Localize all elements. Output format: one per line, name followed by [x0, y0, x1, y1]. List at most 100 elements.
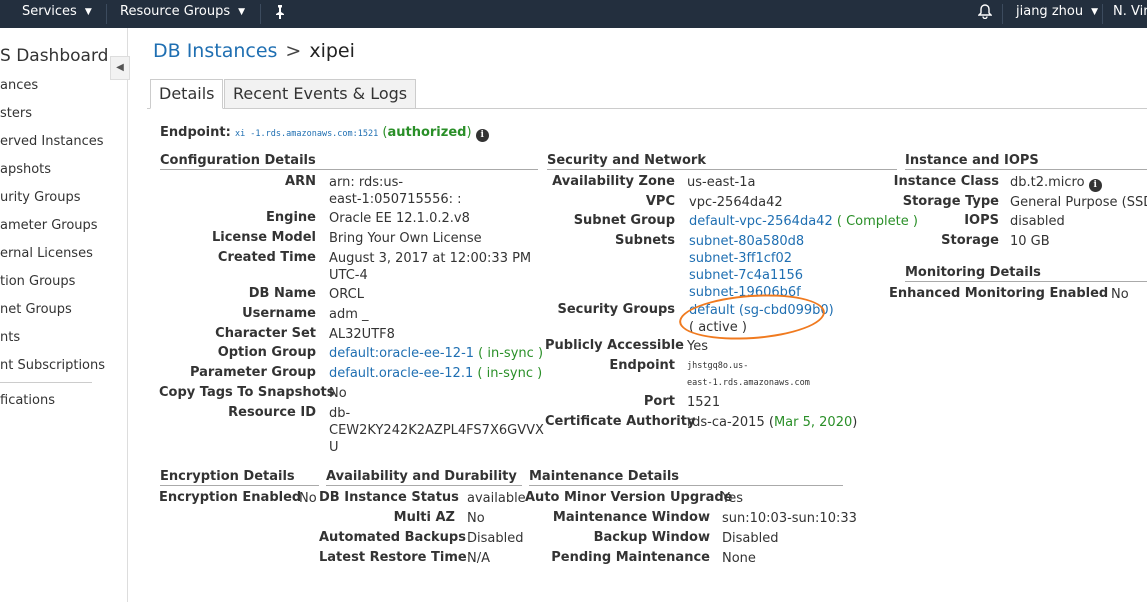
parameter-group-link[interactable]: default.oracle-ee-12.1 — [329, 366, 473, 381]
paren: ( — [836, 214, 842, 229]
sidebar: S Dashboard ances sters erved Instances … — [0, 28, 128, 602]
db-status-label: DB Instance Status — [319, 490, 459, 505]
tab-recent-events-logs[interactable]: Recent Events & Logs — [224, 79, 417, 109]
sidebar-item-events[interactable]: nts — [0, 330, 20, 345]
sidebar-item-event-subscriptions[interactable]: nt Subscriptions — [0, 358, 105, 373]
endpoint-field-value[interactable]: jhstgq8o.us-east-1.rds.amazonaws.com — [687, 358, 810, 392]
dbname-value: ORCL — [329, 287, 364, 302]
parameter-group-value: default.oracle-ee-12.1 ( in-sync ) — [329, 365, 542, 382]
info-icon[interactable]: i — [1088, 179, 1102, 192]
sidebar-item-instances[interactable]: ances — [0, 78, 38, 93]
pending-maintenance-label: Pending Maintenance — [551, 550, 710, 565]
vpc-link[interactable]: vpc-2564da42 — [689, 194, 783, 211]
enhanced-monitoring-label: Enhanced Monitoring Enabled — [889, 286, 1109, 301]
backup-window-value: Disabled — [722, 531, 779, 546]
az-label: Availability Zone — [552, 174, 675, 189]
license-value: Bring Your Own License — [329, 231, 482, 246]
auto-minor-label: Auto Minor Version Upgrade — [525, 490, 733, 505]
dbname-label: DB Name — [248, 286, 316, 301]
instance-iops-title: Instance and IOPS — [905, 153, 1147, 170]
services-menu[interactable]: Services ▼ — [22, 0, 92, 28]
license-label: License Model — [211, 230, 316, 245]
public-label: Publicly Accessible — [545, 338, 684, 353]
charset-value: AL32UTF8 — [329, 327, 395, 342]
subnet-link[interactable]: subnet-3ff1cf02 — [689, 251, 792, 266]
main-content: DB Instances > xipei Details Recent Events… — [129, 28, 1147, 602]
divider — [1002, 4, 1003, 24]
maintenance-window-label: Maintenance Window — [552, 510, 710, 525]
info-icon[interactable]: i — [475, 129, 489, 142]
resource-id-value: db- CEW2KY242K2AZPL4FS7X6GVVX U — [329, 405, 544, 456]
subnet-group-link[interactable]: default-vpc-2564da42 — [689, 214, 833, 229]
sidebar-item-option-groups[interactable]: tion Groups — [0, 274, 75, 289]
resource-id-line: U — [329, 440, 339, 455]
auto-minor-value: Yes — [722, 491, 743, 506]
option-group-link[interactable]: default:oracle-ee-12-1 — [329, 346, 474, 361]
resource-groups-menu[interactable]: Resource Groups ▼ — [120, 0, 245, 28]
top-navigation-bar: Services ▼ Resource Groups ▼ jiang zhou ▼ N… — [0, 0, 1147, 28]
sidebar-item-subnet-groups[interactable]: net Groups — [0, 302, 72, 317]
endpoint-value[interactable]: xi -1.rds.amazonaws.com:1521 — [235, 129, 378, 139]
security-group-status: ( active ) — [689, 320, 747, 335]
breadcrumb-current: xipei — [309, 40, 355, 62]
automated-backups-value: Disabled — [467, 531, 524, 546]
subnet-link[interactable]: subnet-80a580d8 — [689, 234, 804, 249]
copy-tags-value: No — [329, 386, 347, 401]
tab-details[interactable]: Details — [150, 79, 224, 109]
breadcrumb-db-instances-link[interactable]: DB Instances — [153, 40, 277, 62]
sidebar-item-snapshots[interactable]: apshots — [0, 162, 51, 177]
subnets-list: subnet-80a580d8 subnet-3ff1cf02 subnet-7… — [689, 233, 804, 301]
sidebar-item-reserved-instances[interactable]: erved Instances — [0, 134, 104, 149]
endpoint-field-label: Endpoint — [609, 358, 675, 373]
maintenance-window-value: sun:10:03-sun:10:33 — [722, 511, 857, 526]
subnets-label: Subnets — [615, 233, 675, 248]
resource-groups-label: Resource Groups — [120, 4, 231, 19]
sidebar-item-notifications[interactable]: fications — [0, 393, 55, 408]
endpoint-line: east-1.rds.amazonaws.com — [687, 378, 810, 388]
parameter-group-status: in-sync — [486, 366, 533, 381]
ca-name: rds-ca-2015 — [687, 415, 765, 430]
resource-id-line: db- — [329, 406, 351, 421]
instance-class-label: Instance Class — [893, 174, 999, 189]
backup-window-label: Backup Window — [593, 530, 710, 545]
availability-durability-title: Availability and Durability — [326, 469, 522, 486]
sidebar-item-parameter-groups[interactable]: ameter Groups — [0, 218, 98, 233]
bell-icon[interactable] — [977, 0, 993, 28]
subnet-link[interactable]: subnet-19606b6f — [689, 285, 801, 300]
sidebar-item-security-groups[interactable]: urity Groups — [0, 190, 80, 205]
automated-backups-label: Automated Backups — [319, 530, 466, 545]
username-label: Username — [242, 306, 316, 321]
region-menu[interactable]: N. Vir — [1113, 0, 1147, 28]
arn-line: east-1:050715556: : — [329, 192, 462, 207]
created-line: August 3, 2017 at 12:00:33 PM — [329, 251, 532, 266]
pending-maintenance-value: None — [722, 551, 756, 566]
parameter-group-label: Parameter Group — [189, 365, 316, 380]
divider — [260, 4, 261, 24]
chevron-left-icon: ◀ — [116, 62, 124, 73]
instance-class: db.t2.micro — [1010, 175, 1085, 190]
collapse-sidebar-button[interactable]: ◀ — [110, 56, 130, 80]
subnet-link[interactable]: subnet-7c4a1156 — [689, 268, 803, 283]
copy-tags-label: Copy Tags To Snapshots — [159, 385, 335, 400]
sidebar-item-external-licenses[interactable]: ernal Licenses — [0, 246, 93, 261]
arn-line: arn: rds:us- — [329, 175, 404, 190]
multi-az-label: Multi AZ — [393, 510, 455, 525]
created-value: August 3, 2017 at 12:00:33 PM UTC-4 — [329, 250, 531, 284]
db-status-value: available — [467, 491, 526, 506]
iops-value: disabled — [1010, 214, 1065, 229]
sidebar-item-clusters[interactable]: sters — [0, 106, 32, 121]
user-name: jiang zhou — [1016, 4, 1084, 19]
vpc-label: VPC — [645, 194, 675, 209]
multi-az-value: No — [467, 511, 485, 526]
storage-type-value: General Purpose (SSD) — [1010, 195, 1147, 210]
paren: ( — [477, 366, 483, 381]
public-value: Yes — [687, 339, 708, 354]
sidebar-title[interactable]: S Dashboard — [0, 46, 108, 66]
breadcrumb-separator: > — [285, 40, 302, 62]
encryption-enabled-label: Encryption Enabled — [159, 490, 302, 505]
security-network-title: Security and Network — [547, 153, 897, 170]
user-menu[interactable]: jiang zhou ▼ — [1016, 0, 1098, 28]
pin-icon[interactable] — [274, 0, 286, 28]
endpoint-status: authorized — [387, 125, 467, 140]
security-group-link[interactable]: default (sg-cbd099b0) — [689, 303, 834, 318]
